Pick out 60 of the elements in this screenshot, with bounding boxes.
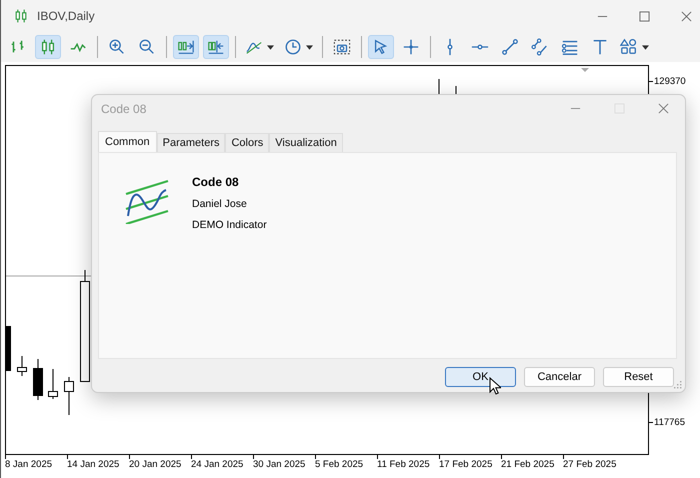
- crosshair-icon: [402, 38, 420, 56]
- clock-icon: [284, 38, 302, 56]
- candlestick: [438, 78, 440, 96]
- toolbar-button[interactable]: [368, 35, 394, 59]
- marker-icon: [581, 68, 589, 72]
- window-title: IBOV,Daily: [37, 9, 95, 23]
- candlestick: [33, 358, 43, 400]
- dialog-title: Code 08: [101, 102, 146, 116]
- resize-grip-icon[interactable]: [674, 381, 682, 389]
- zoom-in-icon: [108, 38, 126, 56]
- candlestick-icon: [39, 38, 57, 56]
- tab[interactable]: Common: [98, 131, 157, 152]
- candlestick: [64, 376, 74, 416]
- date-label: 27 Feb 2025: [563, 459, 616, 472]
- date-label: 21 Feb 2025: [501, 459, 554, 472]
- toolbar-button[interactable]: [173, 35, 199, 59]
- tab[interactable]: Visualization: [269, 133, 343, 152]
- indicator-description: DEMO Indicator: [192, 219, 267, 231]
- date-label: 17 Feb 2025: [439, 459, 492, 472]
- text-icon: [591, 38, 609, 56]
- dialog-button[interactable]: Cancelar: [524, 367, 595, 387]
- shapes-icon: [620, 38, 638, 56]
- trendline-icon: [501, 38, 519, 56]
- candlestick-icon: [13, 8, 29, 24]
- camera-icon: [333, 38, 351, 56]
- caret-icon: [267, 44, 274, 50]
- tab[interactable]: Parameters: [156, 133, 226, 152]
- caret-icon: [642, 44, 649, 50]
- date-label: 14 Jan 2025: [67, 459, 120, 472]
- maximize-icon[interactable]: [639, 10, 650, 22]
- candlestick: [17, 356, 27, 376]
- toolbar-button[interactable]: [203, 35, 229, 59]
- price-label: 117765: [654, 417, 685, 428]
- cursor-icon: [372, 38, 390, 56]
- date-label: 24 Jan 2025: [191, 459, 244, 472]
- parallel-lines-icon: [531, 38, 549, 56]
- caret-icon: [306, 44, 313, 50]
- vertical-line-icon: [447, 38, 453, 56]
- date-label: 30 Jan 2025: [253, 459, 306, 472]
- dialog-button[interactable]: OK: [445, 367, 516, 387]
- mouse-pointer-icon: [489, 377, 501, 395]
- candlestick: [48, 368, 58, 400]
- indicator-name: Code 08: [192, 175, 240, 189]
- date-label: 5 Feb 2025: [315, 459, 364, 472]
- indicator-icon: [125, 178, 169, 224]
- shift-left-icon: [207, 38, 225, 56]
- dialog-button[interactable]: Reset: [603, 367, 674, 387]
- level-lines-icon: [561, 38, 579, 56]
- horizontal-line-icon: [471, 44, 489, 50]
- indicator-author: Daniel Jose: [192, 198, 248, 210]
- date-label: 8 Jan 2025: [5, 459, 52, 472]
- date-label: 20 Jan 2025: [129, 459, 182, 472]
- close-icon[interactable]: [681, 10, 692, 22]
- price-label: 129370: [654, 76, 686, 87]
- date-label: 11 Feb 2025: [377, 459, 430, 472]
- scroll-right-icon: [177, 38, 195, 56]
- zoom-out-icon: [138, 38, 156, 56]
- toolbar-button[interactable]: [35, 35, 61, 59]
- tab[interactable]: Colors: [225, 133, 270, 152]
- close-icon[interactable]: [658, 103, 669, 114]
